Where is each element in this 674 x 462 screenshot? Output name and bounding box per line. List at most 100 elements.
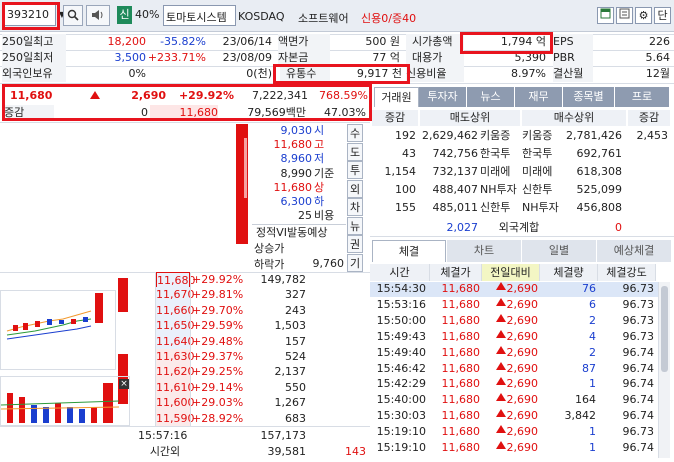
fill-strength: 96.73: [622, 282, 655, 295]
memo-icon[interactable]: [616, 7, 633, 24]
summary-label: 기준: [314, 166, 335, 180]
fill-time: 15:50:00: [376, 313, 426, 327]
ask-volume-bar: [118, 278, 128, 312]
side-tab[interactable]: 도: [347, 142, 363, 161]
ob-after-hours-label: 시간외: [149, 445, 181, 458]
side-tab[interactable]: 기: [347, 253, 363, 272]
ob-price[interactable]: 11,590: [156, 410, 195, 427]
broker-buy-qty: 692,761: [576, 147, 623, 160]
tab-by-item[interactable]: 종목별: [563, 87, 615, 107]
high250-label: 250일최고: [2, 34, 66, 50]
fill-change: 2,690: [506, 297, 539, 311]
broker-sell-name[interactable]: 미래에: [480, 163, 522, 180]
broker-buy-name[interactable]: 키움증: [522, 127, 564, 144]
fill-price: 11,680: [441, 345, 481, 359]
side-tab[interactable]: 차: [347, 198, 363, 216]
side-tab[interactable]: 뉴: [347, 216, 363, 235]
broker-buy-qty: 618,308: [576, 165, 623, 178]
tab-chart[interactable]: 차트: [447, 240, 521, 262]
float-shares-label: 유통수: [280, 66, 330, 82]
high250-price: 18,200: [107, 35, 147, 48]
fill-change: 2,690: [506, 441, 539, 454]
side-tab[interactable]: 수: [347, 124, 363, 142]
summary-label: 저: [314, 152, 325, 166]
side-tab[interactable]: 외: [347, 179, 363, 198]
broker-sell-name[interactable]: 한국투: [480, 145, 522, 162]
credit-ratio: 8.97%: [511, 67, 546, 80]
ob-qty: 524: [285, 350, 306, 363]
tab-broker[interactable]: 거래원: [374, 87, 419, 107]
fill-qty: 1: [589, 425, 596, 439]
fill-qty: 2: [589, 345, 596, 359]
search-icon[interactable]: [63, 5, 83, 26]
fill-change: 2,690: [506, 393, 539, 407]
gear-icon[interactable]: ⚙: [635, 7, 652, 24]
fill-time: 15:54:30: [376, 282, 426, 295]
ob-price[interactable]: 11,620: [156, 364, 195, 381]
fill-qty: 76: [582, 282, 596, 295]
foreign-sell: 2,027: [446, 221, 479, 234]
fills-scrollbar[interactable]: [658, 282, 670, 458]
tab-finance[interactable]: 재무: [515, 87, 563, 107]
fill-price: 11,680: [441, 282, 481, 295]
fill-row: 15:50:00 11,680 2,690 2 96.73: [370, 313, 666, 329]
tab-program[interactable]: 프로: [615, 87, 670, 107]
speaker-icon[interactable]: [86, 5, 110, 26]
foreign-hold-qty: 0(천): [246, 67, 272, 80]
fill-strength: 96.74: [622, 441, 655, 454]
broker-sell-name[interactable]: 신한투: [480, 199, 522, 216]
window-icon[interactable]: [597, 7, 614, 24]
broker-buy-name[interactable]: NH투자: [522, 199, 564, 216]
fill-row: 15:19:10 11,680 2,690 1 96.74: [370, 441, 666, 456]
price-2: 11,680: [150, 105, 218, 121]
tab-news[interactable]: 뉴스: [467, 87, 515, 107]
ob-pct: +28.92%: [192, 411, 244, 425]
ob-price[interactable]: 11,650: [156, 318, 195, 335]
broker-buy-name[interactable]: 신한투: [522, 181, 564, 198]
stock-code-input[interactable]: 393210: [4, 4, 56, 26]
ob-price[interactable]: 11,660: [156, 302, 195, 319]
broker-buy-qty: 525,099: [576, 183, 623, 196]
broker-buy-name[interactable]: 한국투: [522, 145, 564, 162]
close-icon[interactable]: ×: [119, 379, 129, 389]
vi-down-value: 9,760: [312, 257, 345, 270]
high250-pct: -35.82%: [160, 35, 206, 48]
fiscal-month: 12월: [645, 67, 670, 80]
summary-value: 8,990: [280, 166, 313, 180]
mini-volume-chart[interactable]: ×: [0, 376, 130, 426]
fills-time-header: 시간: [370, 264, 430, 281]
fill-price: 11,680: [441, 297, 481, 311]
summary-value: 11,680: [273, 138, 313, 152]
broker-buy-name[interactable]: 미래에: [522, 163, 564, 180]
ob-price[interactable]: 11,610: [156, 379, 195, 396]
par-value: 500 원: [365, 35, 400, 48]
ob-qty: 1,503: [274, 319, 307, 333]
ratio-2: 47.03%: [324, 106, 366, 119]
broker-sell-name[interactable]: NH투자: [480, 181, 522, 198]
ob-price[interactable]: 11,640: [156, 333, 195, 350]
low250-price: 3,500: [114, 51, 147, 64]
side-tab[interactable]: 투: [347, 161, 363, 179]
broker-sell-name[interactable]: 키움증: [480, 127, 522, 144]
tab-expected[interactable]: 예상체결: [597, 240, 671, 262]
tab-fills[interactable]: 체결: [372, 240, 446, 262]
fill-strength: 96.73: [622, 313, 655, 327]
fill-time: 15:42:29: [376, 377, 426, 391]
summary-label: 상: [314, 180, 325, 194]
substitute-price: 5,390: [514, 51, 547, 64]
ob-price[interactable]: 11,630: [156, 349, 195, 365]
fill-qty: 87: [582, 361, 596, 375]
side-tab[interactable]: 권: [347, 235, 363, 253]
tab-daily[interactable]: 일별: [522, 240, 596, 262]
ob-price[interactable]: 11,670: [156, 287, 195, 304]
mini-candle-chart[interactable]: [0, 290, 116, 370]
ob-price[interactable]: 11,680: [156, 272, 196, 288]
vi-up-label: 상승가: [254, 242, 285, 255]
broker-sell-qty: 742,756: [432, 147, 479, 160]
tab-investor[interactable]: 투자자: [419, 87, 467, 107]
ob-pct: +29.37%: [192, 350, 244, 363]
single-view-button[interactable]: 단: [654, 7, 671, 24]
fills-scroll-thumb[interactable]: [661, 286, 668, 372]
ob-price[interactable]: 11,600: [156, 395, 195, 412]
fill-row: 15:30:03 11,680 2,690 3,842 96.74: [370, 409, 666, 424]
